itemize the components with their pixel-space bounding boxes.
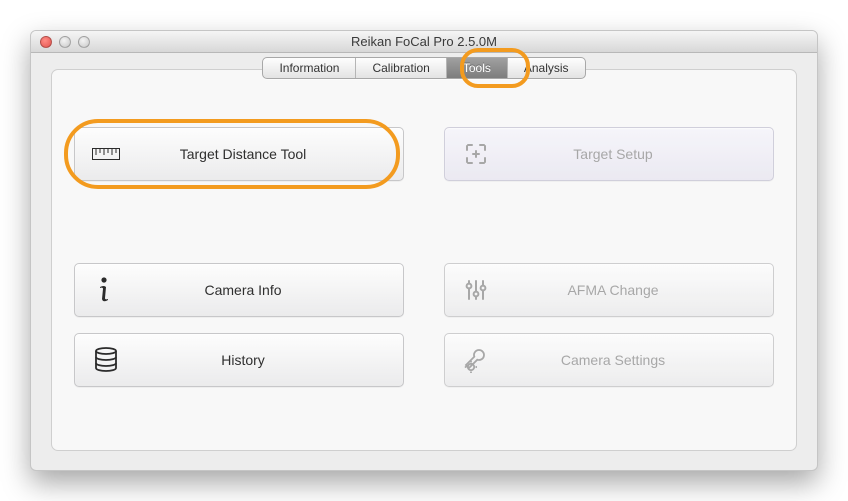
main-panel: Information Calibration Tools Analysis [51,69,797,451]
ruler-icon [89,148,123,160]
tabs: Information Calibration Tools Analysis [262,57,585,79]
button-label: AFMA Change [493,282,761,298]
info-icon [89,276,123,304]
button-label: Target Setup [493,146,761,162]
tab-bar: Information Calibration Tools Analysis [74,57,774,79]
tools-grid: Target Distance Tool Target Setup [74,127,774,387]
history-button[interactable]: History [74,333,404,387]
app-window: Reikan FoCal Pro 2.5.0M Information Cali… [30,30,818,471]
target-setup-button[interactable]: Target Setup [444,127,774,181]
spacer [74,197,404,247]
tab-analysis[interactable]: Analysis [508,58,585,78]
button-label: Target Distance Tool [123,146,391,162]
zoom-icon[interactable] [78,36,90,48]
spacer [444,197,774,247]
tab-tools[interactable]: Tools [447,58,508,78]
traffic-lights [31,36,90,48]
tab-calibration[interactable]: Calibration [356,58,446,78]
button-label: History [123,352,391,368]
sliders-icon [459,278,493,302]
button-label: Camera Info [123,282,391,298]
minimize-icon[interactable] [59,36,71,48]
database-icon [89,347,123,373]
afma-change-button[interactable]: AFMA Change [444,263,774,317]
button-label: Camera Settings [493,352,761,368]
window-content: Information Calibration Tools Analysis [31,53,817,467]
close-icon[interactable] [40,36,52,48]
title-bar: Reikan FoCal Pro 2.5.0M [31,31,817,53]
wrench-gear-icon [459,347,493,373]
window-title: Reikan FoCal Pro 2.5.0M [31,34,817,49]
target-setup-icon [459,142,493,166]
camera-settings-button[interactable]: Camera Settings [444,333,774,387]
tab-information[interactable]: Information [263,58,356,78]
target-distance-tool-button[interactable]: Target Distance Tool [74,127,404,181]
camera-info-button[interactable]: Camera Info [74,263,404,317]
